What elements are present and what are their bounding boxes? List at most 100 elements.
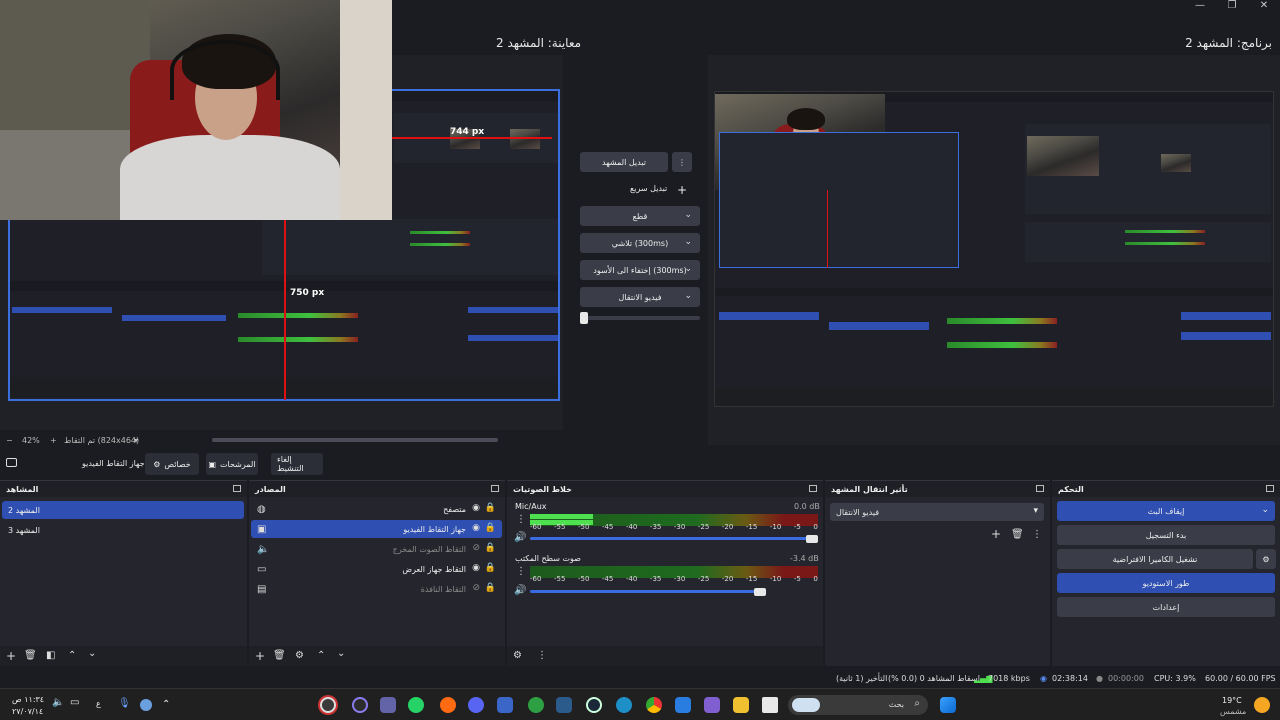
more-vert-icon[interactable]: ⋮ xyxy=(516,566,526,577)
more-vert-icon[interactable]: ⋮ xyxy=(537,650,547,661)
weather-temp: 19°C xyxy=(1222,696,1242,705)
steam-app-icon[interactable] xyxy=(556,697,572,713)
lock-icon[interactable]: 🔒 xyxy=(485,583,496,593)
language-indicator[interactable]: ع xyxy=(96,699,101,708)
add-scene-icon[interactable]: + xyxy=(6,649,16,663)
mail-icon[interactable] xyxy=(675,697,691,713)
more-vert-icon[interactable]: ⋮ xyxy=(516,514,526,525)
transition-select[interactable]: فيديو الانتقال ▾ xyxy=(830,503,1044,521)
plus-icon[interactable]: + xyxy=(672,180,692,200)
settings-button[interactable]: إعدادات xyxy=(1057,597,1275,617)
gear-icon[interactable]: ⚙ xyxy=(1256,549,1276,569)
m365-icon[interactable] xyxy=(704,697,720,713)
lock-icon[interactable]: 🔒 xyxy=(485,543,496,553)
popout-icon[interactable] xyxy=(233,485,241,492)
mic-icon[interactable]: 🎙 xyxy=(118,698,131,709)
volume-slider[interactable] xyxy=(530,590,766,593)
scene-item[interactable]: المشهد 3 xyxy=(2,521,244,539)
app-icon[interactable] xyxy=(352,697,368,713)
lock-icon[interactable]: 🔒 xyxy=(485,563,496,573)
teams-icon[interactable] xyxy=(380,697,396,713)
discord-icon[interactable] xyxy=(468,697,484,713)
battery-icon[interactable]: ▭ xyxy=(70,697,79,708)
t-bar-handle[interactable] xyxy=(580,312,588,324)
source-item[interactable]: 🔈 التقاط الصوت المخرج ⊘ 🔒 xyxy=(251,540,502,558)
store-icon[interactable] xyxy=(497,697,513,713)
obs-icon[interactable] xyxy=(320,697,336,713)
quick-transition-4[interactable]: فيديو الانتقال ⌄ xyxy=(580,287,700,307)
quick-transition-3[interactable]: إختفاء الى الأسود (300ms) ⌄ xyxy=(580,260,700,280)
gear-icon[interactable]: ⚙ xyxy=(295,650,304,661)
volume-icon[interactable]: 🔈 xyxy=(52,697,64,708)
speaker-icon[interactable]: 🔊 xyxy=(514,585,526,596)
eye-icon[interactable]: ◉ xyxy=(472,523,480,533)
properties-button[interactable]: ⚙ خصائص xyxy=(145,453,199,475)
t-bar-slider[interactable] xyxy=(580,312,700,324)
preview-scrollbar[interactable] xyxy=(212,438,498,442)
popout-icon[interactable] xyxy=(1036,485,1044,492)
more-vert-icon[interactable]: ⋮ xyxy=(1032,529,1042,540)
lock-icon[interactable]: 🔒 xyxy=(485,523,496,533)
add-source-icon[interactable]: + xyxy=(255,649,265,663)
more-vert-icon[interactable]: ⋮ xyxy=(672,152,692,172)
scene-item[interactable]: المشهد 2 xyxy=(2,501,244,519)
volume-slider-handle[interactable] xyxy=(754,588,766,596)
start-icon[interactable] xyxy=(940,697,956,713)
zoom-out-icon[interactable]: − xyxy=(6,436,13,445)
xbox-icon[interactable] xyxy=(528,697,544,713)
trash-icon[interactable]: 🗑 xyxy=(1011,529,1024,540)
trash-icon[interactable]: 🗑 xyxy=(273,650,286,661)
eye-icon[interactable]: ◉ xyxy=(472,563,480,573)
source-item[interactable]: ▭ التقاط جهاز العرض ◉ 🔒 xyxy=(251,560,502,578)
eye-icon[interactable]: ◉ xyxy=(472,503,480,513)
start-virtual-camera-button[interactable]: تشغيل الكاميرا الافتراضية xyxy=(1057,549,1253,569)
change-scene-button[interactable]: تبديل المشهد xyxy=(580,152,668,172)
app-window-icon[interactable] xyxy=(762,697,778,713)
chevron-up-icon[interactable]: ⌃ xyxy=(317,650,325,661)
restore-button[interactable]: ❐ xyxy=(1216,0,1248,14)
eye-off-icon[interactable]: ⊘ xyxy=(472,543,480,553)
filters-button[interactable]: ▣ المرشحات xyxy=(206,453,258,475)
gear-icon[interactable]: ⚙ xyxy=(513,650,522,661)
volume-slider[interactable] xyxy=(530,537,818,540)
source-item[interactable]: ▣ جهاز التقاط الفيديو ◉ 🔒 xyxy=(251,520,502,538)
edge-icon[interactable] xyxy=(616,697,632,713)
clock-time[interactable]: ١١:٣٤ ص xyxy=(12,695,44,704)
folder-icon[interactable] xyxy=(733,697,749,713)
source-item[interactable]: ▤ التقاط النافذة ⊘ 🔒 xyxy=(251,580,502,598)
source-item[interactable]: ◍ متصفح ◉ 🔒 xyxy=(251,500,502,518)
chevron-down-icon[interactable]: ⌄ xyxy=(88,648,96,659)
chevron-up-icon[interactable]: ⌃ xyxy=(162,699,170,710)
studio-mode-button[interactable]: طور الاستوديو xyxy=(1057,573,1275,593)
brave-icon[interactable] xyxy=(440,697,456,713)
steam-icon[interactable] xyxy=(586,697,602,713)
popout-icon[interactable] xyxy=(809,485,817,492)
volume-slider-handle[interactable] xyxy=(806,535,818,543)
stop-stream-button[interactable]: إيقاف البث ⌄ xyxy=(1057,501,1275,521)
lock-icon[interactable]: 🔒 xyxy=(485,503,496,513)
plus-icon[interactable]: + xyxy=(991,527,1001,541)
chrome-icon[interactable] xyxy=(646,697,662,713)
mixer-scale-tick: -60 xyxy=(530,523,542,531)
popout-icon[interactable] xyxy=(1266,485,1274,492)
taskbar-search[interactable]: ⌕ بحث xyxy=(788,695,928,715)
chevron-down-icon[interactable]: ⌄ xyxy=(337,648,345,659)
popout-icon[interactable] xyxy=(491,485,499,492)
weather-icon[interactable] xyxy=(1254,697,1270,713)
deactivate-button[interactable]: إلغاء التنشيط xyxy=(271,453,323,475)
minimize-button[interactable]: — xyxy=(1184,0,1216,14)
trash-icon[interactable]: 🗑 xyxy=(24,650,37,661)
whatsapp-icon[interactable] xyxy=(408,697,424,713)
cloud-sync-icon[interactable] xyxy=(140,699,152,711)
zoom-menu-icon[interactable]: ▾ xyxy=(134,436,138,445)
close-button[interactable]: ✕ xyxy=(1248,0,1280,14)
eye-off-icon[interactable]: ⊘ xyxy=(472,583,480,593)
filter-icon[interactable]: ◧ xyxy=(46,650,55,661)
chevron-up-icon[interactable]: ⌃ xyxy=(68,650,76,661)
start-recording-button[interactable]: بدء التسجيل xyxy=(1057,525,1275,545)
clock-date[interactable]: ٢٧/٠٧/١٤ xyxy=(12,707,43,716)
speaker-icon[interactable]: 🔊 xyxy=(514,532,526,543)
quick-transition-2[interactable]: تلاشي (300ms) ⌄ xyxy=(580,233,700,253)
quick-transition-1[interactable]: قطع ⌄ xyxy=(580,206,700,226)
zoom-in-icon[interactable]: + xyxy=(50,436,57,445)
